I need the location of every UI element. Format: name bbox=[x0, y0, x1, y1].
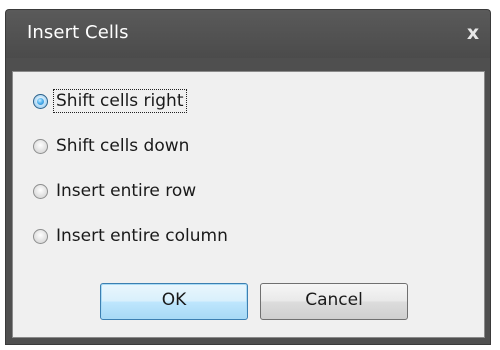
option-insert-entire-row[interactable]: Insert entire row bbox=[33, 179, 199, 203]
radio-unselected-icon[interactable] bbox=[33, 138, 48, 154]
ok-button[interactable]: OK bbox=[100, 283, 248, 320]
cancel-button[interactable]: Cancel bbox=[260, 283, 408, 320]
radio-selected-icon[interactable] bbox=[33, 93, 48, 109]
dialog-title: Insert Cells bbox=[27, 22, 129, 43]
radio-unselected-icon[interactable] bbox=[33, 183, 48, 199]
radio-unselected-icon[interactable] bbox=[33, 228, 48, 244]
title-bar[interactable]: Insert Cells x bbox=[6, 10, 490, 58]
option-label[interactable]: Insert entire column bbox=[53, 224, 231, 248]
dialog-content: Shift cells right Shift cells down Inser… bbox=[12, 71, 485, 338]
option-insert-entire-column[interactable]: Insert entire column bbox=[33, 224, 231, 248]
option-label[interactable]: Shift cells down bbox=[53, 134, 192, 158]
insert-cells-dialog: Insert Cells x Shift cells right Shift c… bbox=[6, 10, 490, 344]
option-shift-cells-right[interactable]: Shift cells right bbox=[33, 89, 187, 113]
option-label[interactable]: Shift cells right bbox=[53, 89, 187, 113]
option-shift-cells-down[interactable]: Shift cells down bbox=[33, 134, 192, 158]
close-icon[interactable]: x bbox=[464, 22, 482, 44]
option-label[interactable]: Insert entire row bbox=[53, 179, 199, 203]
